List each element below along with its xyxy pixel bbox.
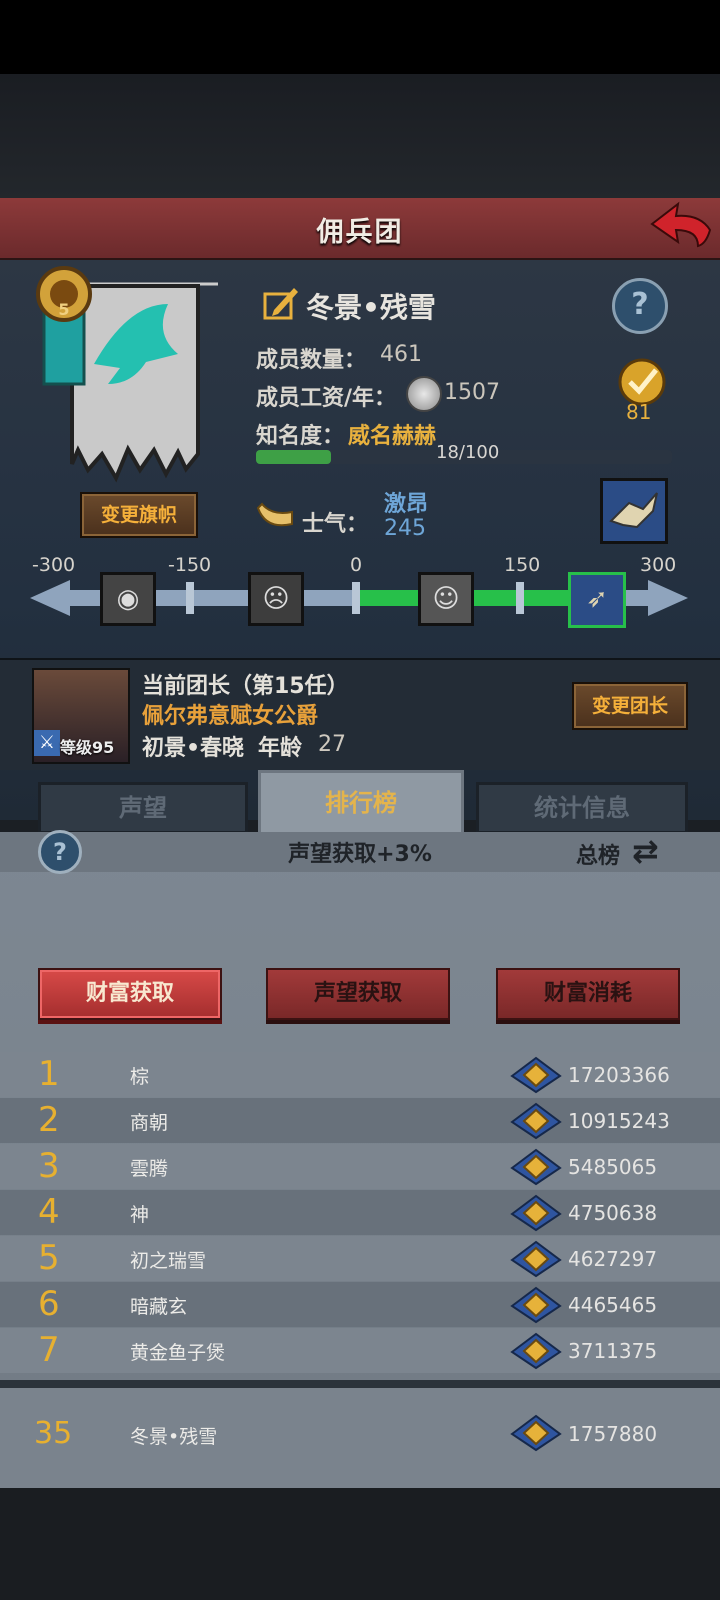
- back-arrow-icon[interactable]: [648, 200, 712, 252]
- ranking-row[interactable]: 6 暗藏玄 4465465: [0, 1282, 720, 1327]
- self-rank: 35: [34, 1416, 73, 1451]
- ranking-row[interactable]: 5 初之瑞雪 4627297: [0, 1236, 720, 1281]
- scale-label: 0: [350, 554, 363, 576]
- scale-left-arrow-icon: [30, 580, 70, 616]
- scale-label: -300: [32, 554, 76, 576]
- horn-icon: [256, 502, 293, 527]
- salary-value: 1507: [444, 380, 500, 405]
- morale-value: 245: [384, 516, 426, 541]
- scale-right-arrow-icon: [648, 580, 688, 616]
- scale-tick: [186, 582, 194, 614]
- guild-banner-icon: [36, 266, 218, 483]
- ranking-row[interactable]: 1 棕 17203366: [0, 1052, 720, 1097]
- sword-icon: ⚔: [34, 730, 60, 756]
- row-score: 3711375: [568, 1339, 658, 1363]
- change-banner-button[interactable]: 变更旗帜: [80, 492, 198, 538]
- filter-wealth-spent[interactable]: 财富消耗: [496, 968, 680, 1020]
- ranking-row[interactable]: 7 黄金鱼子煲 3711375: [0, 1328, 720, 1373]
- fame-value: 威名赫赫: [348, 424, 437, 449]
- tab-reputation[interactable]: 声望: [38, 782, 248, 834]
- badge-check-icon: [618, 358, 666, 406]
- members-value: 461: [380, 342, 422, 367]
- self-name: 冬景•残雪: [130, 1426, 218, 1448]
- leader-age-value: 27: [318, 732, 346, 757]
- page-title: 佣兵团: [316, 217, 404, 248]
- reputation-gem-icon: [510, 1102, 562, 1140]
- row-rank: 4: [38, 1192, 60, 1232]
- scale-label: 300: [640, 554, 677, 576]
- row-player-name: 神: [130, 1204, 150, 1226]
- members-label: 成员数量：: [256, 348, 367, 373]
- charging-horse-icon: [609, 492, 658, 529]
- tab-leaderboard[interactable]: 排行榜: [258, 770, 464, 836]
- bottom-backdrop: [0, 1488, 720, 1600]
- self-score: 1757880: [568, 1422, 658, 1446]
- row-player-name: 初之瑞雪: [130, 1250, 207, 1272]
- fame-label: 知名度：: [256, 424, 345, 449]
- ranking-scope-label[interactable]: 总榜: [576, 838, 620, 870]
- morale-state: 激昂: [384, 492, 429, 517]
- game-screen: 佣兵团 5 变更旗帜 冬景•残雪 ? 成员数量： 461 成员工资/年： 150…: [0, 74, 720, 1600]
- top-backdrop: [0, 74, 720, 198]
- silver-coin-icon: [406, 376, 442, 412]
- scale-tick: [352, 582, 360, 614]
- leader-title: 当前团长（第15任）: [142, 674, 349, 699]
- row-rank: 1: [38, 1054, 60, 1094]
- scale-tick: [516, 582, 524, 614]
- row-rank: 6: [38, 1284, 60, 1324]
- filter-reputation-gain[interactable]: 声望获取: [266, 968, 450, 1020]
- row-player-name: 雲腾: [130, 1158, 169, 1180]
- edit-name-icon[interactable]: [262, 284, 300, 322]
- row-player-name: 黄金鱼子煲: [130, 1342, 226, 1364]
- fame-progress-fill: [256, 450, 331, 464]
- morale-level-eye-icon[interactable]: ◉: [100, 572, 156, 626]
- self-rank-row: 35 冬景•残雪 1757880: [0, 1380, 720, 1488]
- scale-label: 150: [504, 554, 541, 576]
- morale-level-despair-icon[interactable]: ☹: [248, 572, 304, 626]
- scale-label: -150: [168, 554, 212, 576]
- row-score: 4465465: [568, 1293, 658, 1317]
- morale-level-charge-icon[interactable]: ➶: [568, 572, 626, 628]
- row-score: 10915243: [568, 1109, 670, 1133]
- ranking-row[interactable]: 4 神 4750638: [0, 1190, 720, 1235]
- reputation-gem-icon: [510, 1286, 562, 1324]
- tab-statistics[interactable]: 统计信息: [476, 782, 688, 834]
- row-player-name: 商朝: [130, 1112, 169, 1134]
- leader-age-label: 年龄: [258, 736, 303, 761]
- row-rank: 7: [38, 1330, 60, 1370]
- banner-level-badge: 5: [58, 300, 70, 319]
- title-bar: 佣兵团: [0, 198, 720, 260]
- row-score: 17203366: [568, 1063, 670, 1087]
- reputation-gem-icon: [510, 1148, 562, 1186]
- row-score: 4627297: [568, 1247, 658, 1271]
- row-score: 5485065: [568, 1155, 658, 1179]
- filter-wealth-gain[interactable]: 财富获取: [38, 968, 222, 1020]
- change-leader-button[interactable]: 变更团长: [572, 682, 688, 730]
- guild-name: 冬景•残雪: [306, 291, 436, 324]
- reputation-gem-icon: [510, 1056, 562, 1094]
- fame-progress-text: 18/100: [436, 442, 500, 463]
- morale-level-calm-icon[interactable]: ☺: [418, 572, 474, 626]
- morale-status-icon[interactable]: [600, 478, 668, 544]
- row-player-name: 棕: [130, 1066, 150, 1088]
- reputation-gem-icon: [510, 1414, 562, 1452]
- row-rank: 2: [38, 1100, 60, 1140]
- help-icon[interactable]: ?: [612, 278, 668, 334]
- leader-level: 等级95: [60, 738, 115, 757]
- salary-label: 成员工资/年：: [256, 386, 397, 411]
- leader-faction: 初景•春晓: [142, 736, 245, 761]
- rank-score: 81: [626, 400, 652, 424]
- ranking-row[interactable]: 2 商朝 10915243: [0, 1098, 720, 1143]
- swap-arrows-icon[interactable]: ⇄: [632, 832, 659, 870]
- ranking-row[interactable]: 3 雲腾 5485065: [0, 1144, 720, 1189]
- row-rank: 3: [38, 1146, 60, 1186]
- row-player-name: 暗藏玄: [130, 1296, 188, 1318]
- reputation-gem-icon: [510, 1240, 562, 1278]
- leader-name: 佩尔弗意赋女公爵: [142, 704, 319, 729]
- reputation-gem-icon: [510, 1194, 562, 1232]
- row-rank: 5: [38, 1238, 60, 1278]
- row-score: 4750638: [568, 1201, 658, 1225]
- morale-label: 士气：: [302, 512, 369, 537]
- reputation-gem-icon: [510, 1332, 562, 1370]
